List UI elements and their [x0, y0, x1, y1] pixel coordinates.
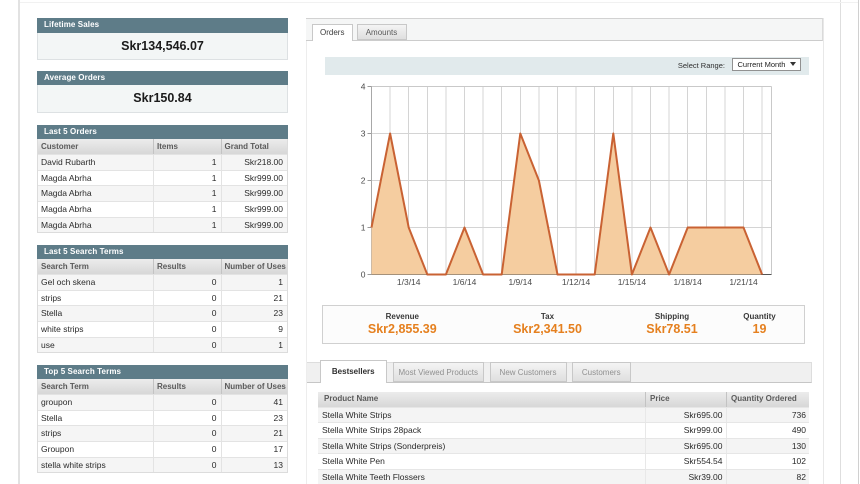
svg-text:0: 0: [361, 270, 366, 280]
svg-text:1/3/14: 1/3/14: [397, 277, 421, 287]
svg-text:1/12/14: 1/12/14: [562, 277, 591, 287]
svg-text:1/21/14: 1/21/14: [729, 277, 758, 287]
svg-text:1/9/14: 1/9/14: [508, 277, 532, 287]
svg-text:2: 2: [361, 176, 366, 186]
svg-text:1/6/14: 1/6/14: [453, 277, 477, 287]
svg-text:1/18/14: 1/18/14: [674, 277, 703, 287]
svg-text:1: 1: [361, 223, 366, 233]
svg-text:4: 4: [361, 82, 366, 92]
svg-text:1/15/14: 1/15/14: [618, 277, 647, 287]
svg-text:3: 3: [361, 129, 366, 139]
